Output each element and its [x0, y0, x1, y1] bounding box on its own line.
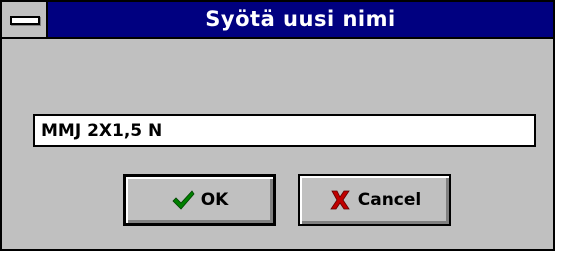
ok-button-label: OK: [200, 190, 229, 210]
name-input[interactable]: [33, 114, 536, 147]
system-menu-button[interactable]: [2, 2, 48, 37]
title-bar: Syötä uusi nimi: [2, 2, 553, 39]
checkmark-icon: [171, 188, 195, 212]
rename-dialog: Syötä uusi nimi OK Cancel: [0, 0, 555, 251]
system-menu-icon: [10, 16, 40, 25]
ok-button[interactable]: OK: [123, 174, 276, 226]
x-icon: [328, 188, 352, 212]
cancel-button[interactable]: Cancel: [298, 174, 451, 226]
dialog-title: Syötä uusi nimi: [205, 7, 396, 31]
cancel-button-label: Cancel: [357, 190, 422, 210]
